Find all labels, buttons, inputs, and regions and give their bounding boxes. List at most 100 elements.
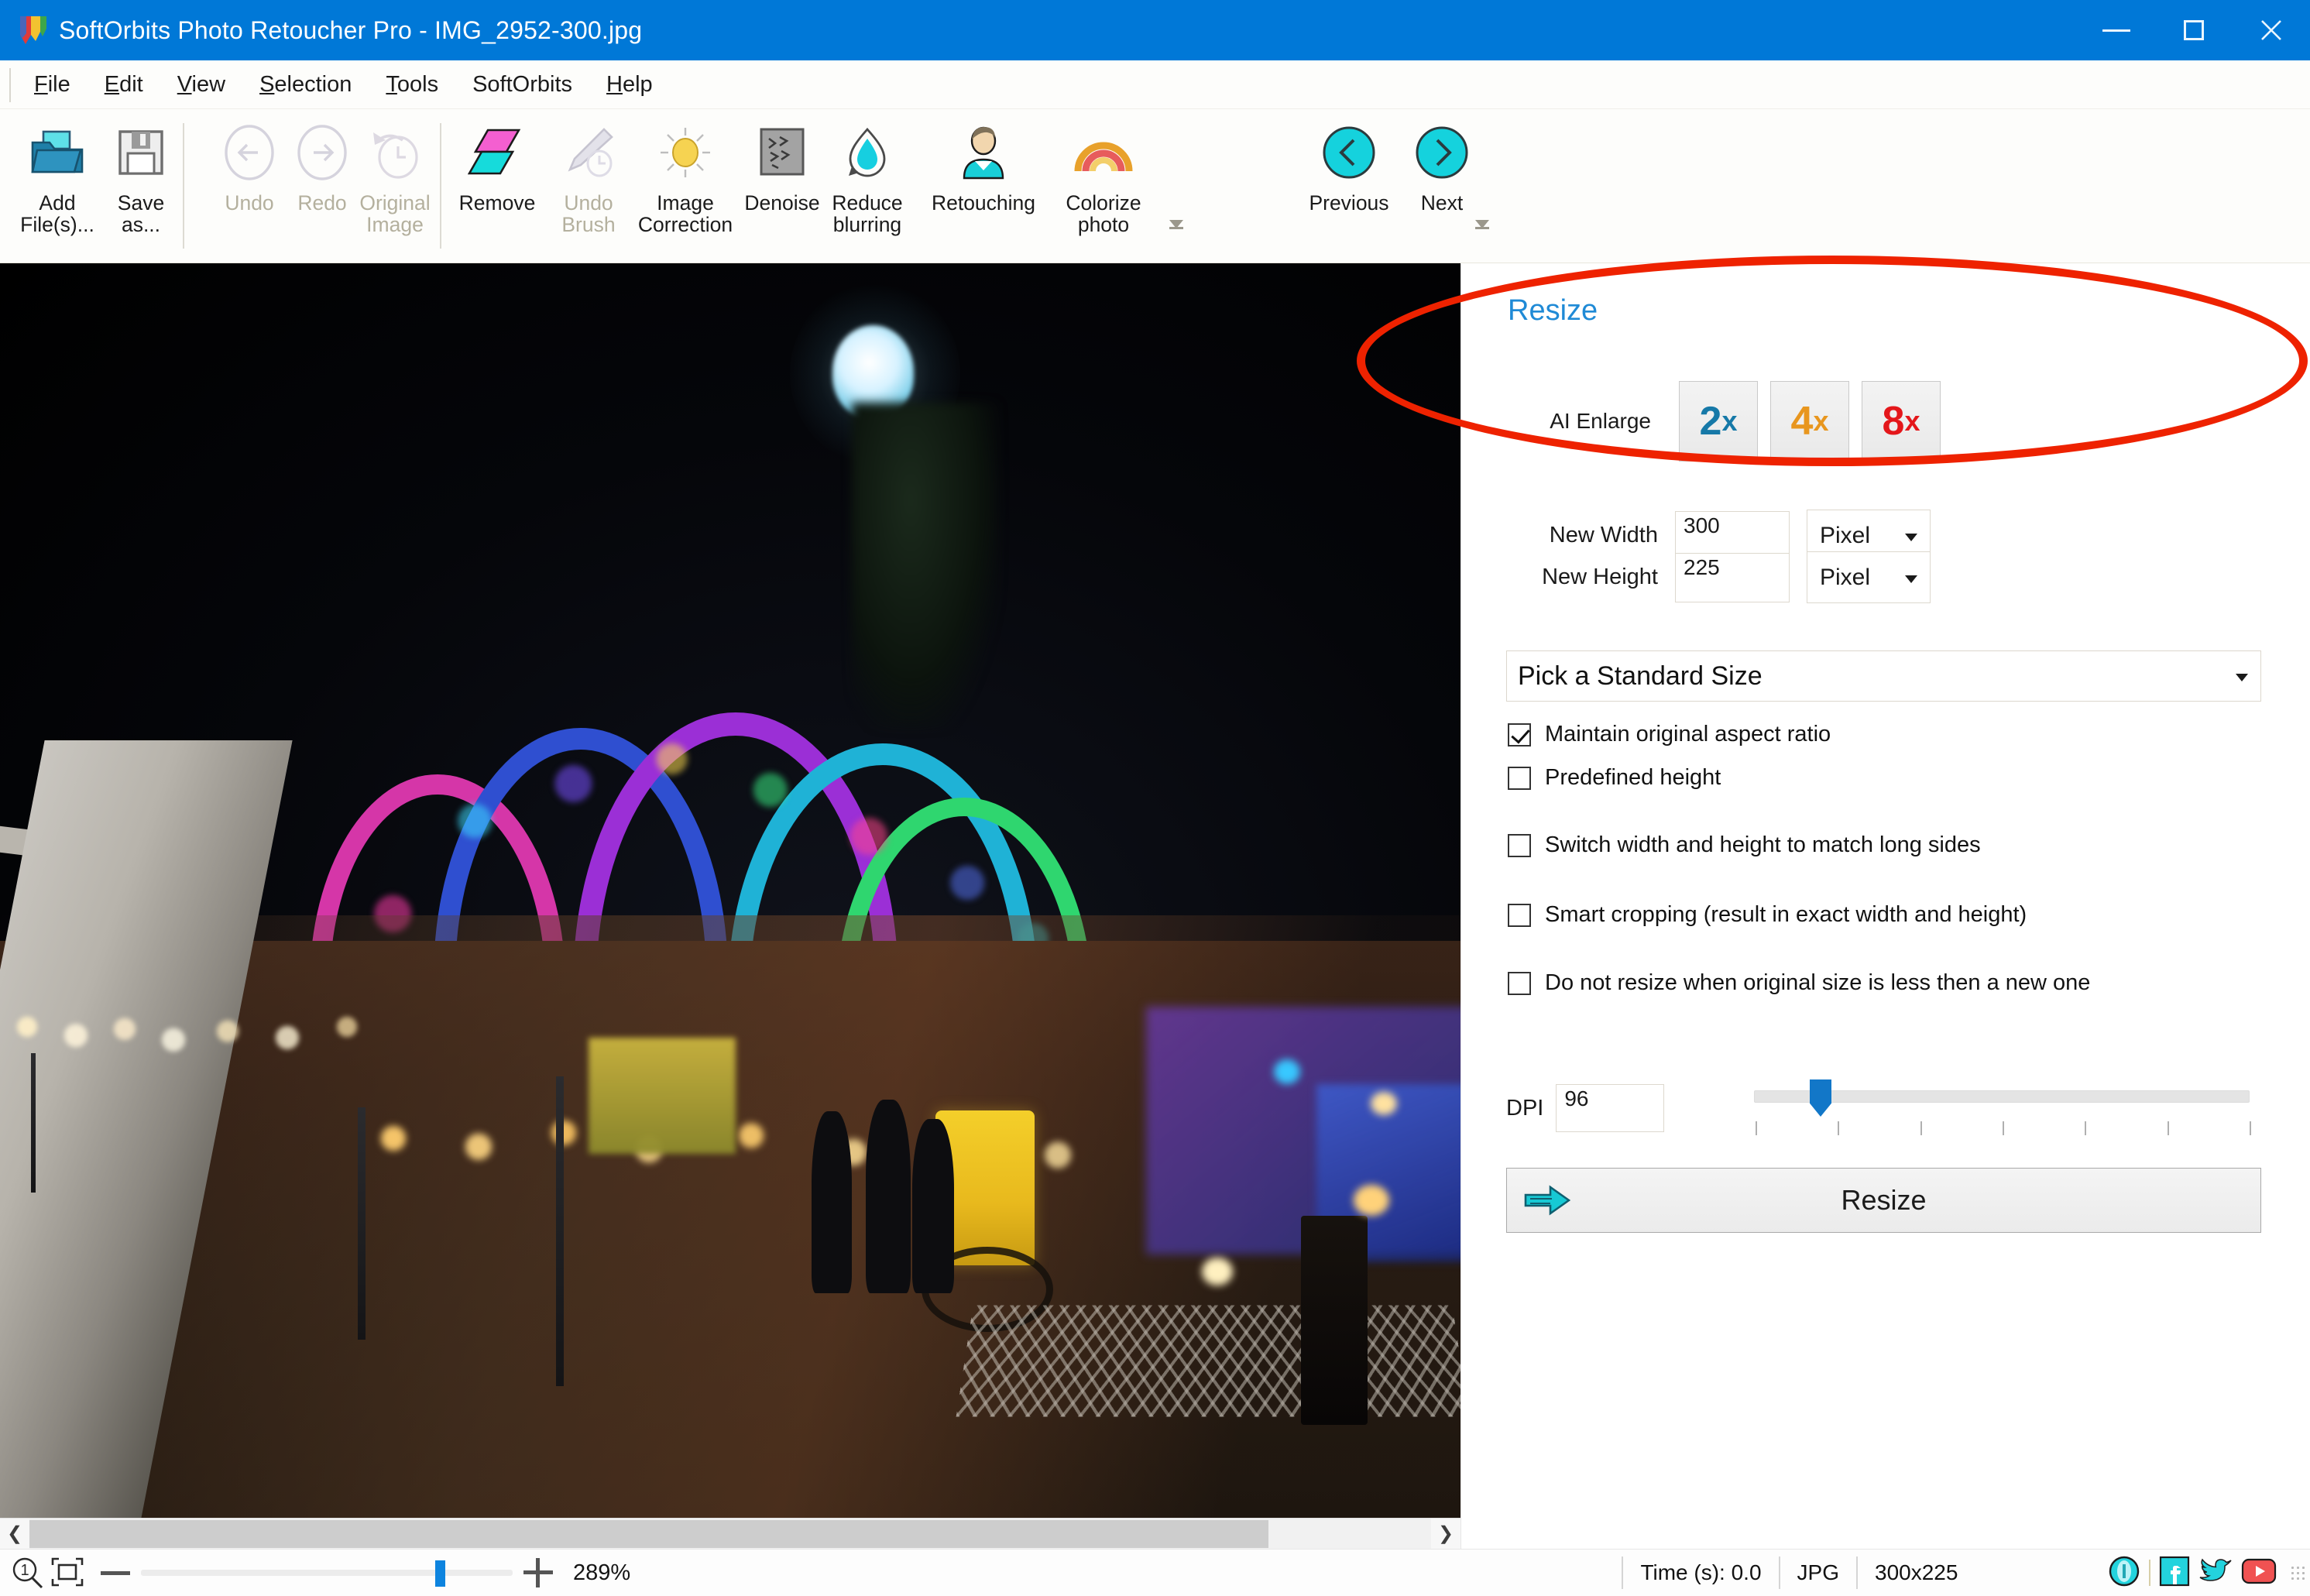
lit-signboard — [589, 1038, 736, 1154]
facebook-icon[interactable] — [2158, 1555, 2191, 1591]
canvas-horizontal-scrollbar[interactable]: ❮ ❯ — [0, 1518, 1460, 1550]
twitter-icon[interactable] — [2198, 1556, 2233, 1591]
checkbox-box[interactable] — [1508, 722, 1531, 747]
zoom-in-icon[interactable] — [520, 1555, 556, 1591]
status-dimensions: 300x225 — [1875, 1560, 1958, 1584]
menu-item-help[interactable]: Help — [589, 67, 670, 102]
toolbar-label: Undo Brush — [561, 191, 616, 236]
zoom-out-icon[interactable] — [98, 1565, 133, 1581]
ribbon-expand-icon[interactable] — [1169, 220, 1183, 248]
fit-to-window-icon[interactable] — [50, 1556, 85, 1590]
checkbox-do-not-resize-smaller[interactable]: Do not resize when original size is less… — [1508, 970, 2090, 996]
minimize-icon[interactable] — [2078, 0, 2155, 60]
standard-size-select[interactable]: Pick a Standard Size — [1506, 650, 2261, 702]
toolbar-next-button[interactable]: Next — [1388, 117, 1496, 215]
ai-enlarge-2x-value: 2 — [1699, 399, 1722, 444]
ribbon-expand-icon[interactable] — [1475, 220, 1489, 248]
checkbox-switch-width-height[interactable]: Switch width and height to match long si… — [1508, 832, 1981, 858]
resize-button-label: Resize — [1841, 1184, 1927, 1216]
checkbox-smart-cropping[interactable]: Smart cropping (result in exact width an… — [1508, 902, 2027, 928]
ai-enlarge-row: AI Enlarge 2x 4x 8x — [1508, 381, 1941, 462]
page-title: Resize — [1508, 294, 1598, 327]
floppy-save-icon — [105, 117, 177, 188]
scroll-thumb[interactable] — [29, 1519, 1268, 1548]
dpi-slider[interactable] — [1754, 1076, 2251, 1146]
menu-item-view[interactable]: View — [160, 67, 242, 102]
checkbox-box[interactable] — [1508, 766, 1531, 790]
chevron-left-icon[interactable]: ❮ — [0, 1519, 29, 1550]
menu-item-softorbits[interactable]: SoftOrbits — [455, 67, 589, 102]
status-divider — [1622, 1557, 1624, 1589]
toolbar-label: Previous — [1309, 191, 1389, 215]
info-icon[interactable] — [2107, 1554, 2141, 1592]
warm-light — [1354, 1185, 1389, 1216]
droplet-deblur-icon — [832, 117, 903, 188]
menu-item-edit[interactable]: Edit — [88, 67, 160, 102]
ai-enlarge-8x-value: 8 — [1882, 399, 1905, 444]
toolbar-image-correction-button[interactable]: Image Correction — [620, 117, 751, 236]
toolbar-label: Redo — [297, 191, 347, 215]
toolbar-add-files-button[interactable]: Add File(s)... — [11, 117, 104, 236]
checkbox-box[interactable] — [1508, 971, 1531, 995]
resize-button[interactable]: Resize — [1506, 1168, 2261, 1233]
toolbar-label: Add File(s)... — [20, 191, 94, 236]
new-height-label: New Height — [1542, 565, 1658, 589]
checkbox-box[interactable] — [1508, 903, 1531, 927]
new-height-unit-value: Pixel — [1820, 564, 1871, 590]
ai-enlarge-8x-button[interactable]: 8x — [1862, 381, 1941, 462]
toolbar-colorize-photo-button[interactable]: Colorize photo — [1045, 117, 1162, 236]
new-height-unit-select[interactable]: Pixel — [1807, 551, 1931, 603]
toolbar-save-as-button[interactable]: Save as... — [94, 117, 187, 236]
toolbar-label: Original Image — [359, 191, 431, 236]
redo-arrow-icon — [287, 117, 358, 188]
status-format: JPG — [1797, 1560, 1839, 1584]
zoom-slider[interactable] — [141, 1560, 513, 1587]
maximize-icon[interactable] — [2155, 0, 2233, 60]
close-icon[interactable] — [2233, 0, 2310, 60]
ai-enlarge-label: AI Enlarge — [1550, 409, 1651, 433]
menu-bar: File Edit View Selection Tools SoftOrbit… — [0, 60, 2310, 109]
new-height-input[interactable]: 225 — [1675, 552, 1790, 602]
ai-enlarge-4x-button[interactable]: 4x — [1770, 381, 1849, 462]
zoom-actual-size-icon[interactable]: 1 — [9, 1555, 45, 1591]
foreground-post — [1301, 1216, 1368, 1425]
toolbar-retouching-button[interactable]: Retouching — [914, 117, 1053, 215]
scroll-track[interactable] — [29, 1518, 1431, 1550]
new-width-unit-value: Pixel — [1820, 522, 1871, 548]
right-arrow-icon — [1524, 1185, 1570, 1216]
status-divider — [2149, 1560, 2150, 1586]
toolbar-label: Denoise — [744, 191, 820, 215]
resize-grip-icon[interactable] — [2290, 1565, 2305, 1581]
toolbar-label: Image Correction — [637, 191, 733, 236]
dpi-input[interactable]: 96 — [1556, 1084, 1665, 1132]
toolbar-reduce-blurring-button[interactable]: Reduce blurring — [821, 117, 914, 236]
photo-night-boardwalk — [0, 263, 1460, 1518]
zoom-slider-thumb[interactable] — [435, 1560, 445, 1587]
zoom-level: 289% — [573, 1560, 631, 1585]
toolbar-remove-button[interactable]: Remove — [451, 117, 544, 215]
checkbox-label: Switch width and height to match long si… — [1545, 832, 1981, 857]
zoom-slider-track[interactable] — [141, 1570, 513, 1576]
social-links — [2107, 1554, 2277, 1592]
standard-size-value: Pick a Standard Size — [1518, 661, 1763, 691]
checkbox-label: Predefined height — [1545, 765, 1721, 790]
person-silhouette — [812, 1111, 852, 1293]
checkbox-maintain-aspect-ratio[interactable]: Maintain original aspect ratio — [1508, 722, 1831, 747]
ai-enlarge-4x-value: 4 — [1790, 399, 1814, 444]
checkbox-box[interactable] — [1508, 833, 1531, 857]
menu-item-tools[interactable]: Tools — [369, 67, 455, 102]
ai-enlarge-2x-button[interactable]: 2x — [1679, 381, 1758, 462]
checkbox-predefined-height[interactable]: Predefined height — [1508, 765, 1721, 791]
dpi-slider-thumb[interactable] — [1810, 1079, 1831, 1117]
menu-item-selection[interactable]: Selection — [242, 67, 369, 102]
menu-label-softorbits: SoftOrbits — [472, 71, 573, 97]
remove-swatch-icon — [462, 117, 533, 188]
chevron-right-icon[interactable]: ❯ — [1431, 1519, 1460, 1550]
toolbar-label: Save as... — [117, 191, 165, 236]
ai-enlarge-4x-suffix: x — [1813, 405, 1829, 437]
stall-lights — [325, 1069, 1177, 1208]
image-canvas[interactable] — [0, 263, 1460, 1518]
menu-item-file[interactable]: File — [17, 67, 88, 102]
toolbar-denoise-button[interactable]: Denoise — [736, 117, 829, 215]
youtube-icon[interactable] — [2240, 1557, 2277, 1589]
